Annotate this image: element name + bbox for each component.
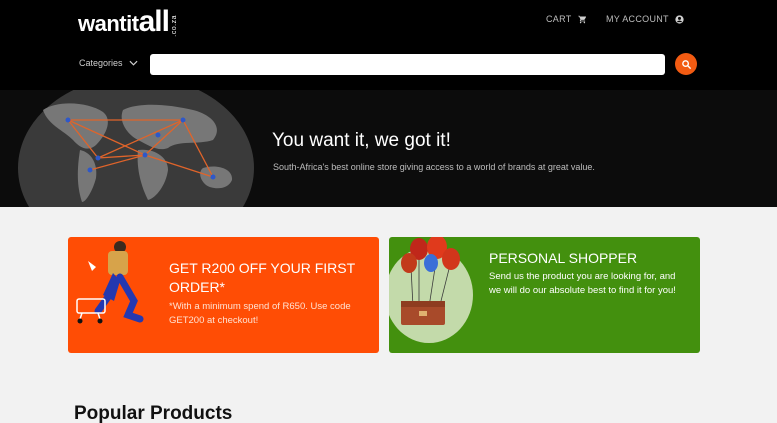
cart-link[interactable]: CART [546,14,587,24]
promo-title: PERSONAL SHOPPER [489,250,638,266]
search-input[interactable] [150,54,665,75]
shopper-running-illustration [76,241,144,324]
hero-subtitle: South-Africa's best online store giving … [273,162,595,172]
user-icon [675,14,684,24]
cart-label: CART [546,14,572,24]
promo-title: GET R200 OFF YOUR FIRST ORDER* [169,260,355,295]
search-icon [681,59,691,69]
cart-icon [577,15,586,23]
promo-body: *With a minimum spend of R650. Use code … [169,301,351,326]
logo-text: wantitall [78,5,170,38]
site-logo[interactable]: wantitall .co.za [78,5,178,39]
hero-title: You want it, we got it! [272,130,451,151]
popular-products-heading: Popular Products [74,403,233,423]
promo-first-order[interactable]: GET R200 OFF YOUR FIRST ORDER* *With a m… [68,237,379,353]
world-map-illustration [18,90,254,207]
account-link[interactable]: MY ACCOUNT [606,14,684,24]
promo-personal-shopper[interactable]: PERSONAL SHOPPER Send us the product you… [389,237,700,353]
categories-label: Categories [79,58,123,68]
chevron-down-icon [129,60,138,66]
promo-body: Send us the product you are looking for,… [489,271,676,296]
account-label: MY ACCOUNT [606,14,669,24]
hero-banner: You want it, we got it! South-Africa's b… [0,90,777,207]
categories-dropdown[interactable]: Categories [79,58,138,68]
site-header: wantitall .co.za CART MY ACCOUNT Categor… [0,0,777,90]
balloon-gift-illustration [389,237,473,343]
logo-tld: .co.za [170,15,178,37]
search-button[interactable] [675,53,697,75]
